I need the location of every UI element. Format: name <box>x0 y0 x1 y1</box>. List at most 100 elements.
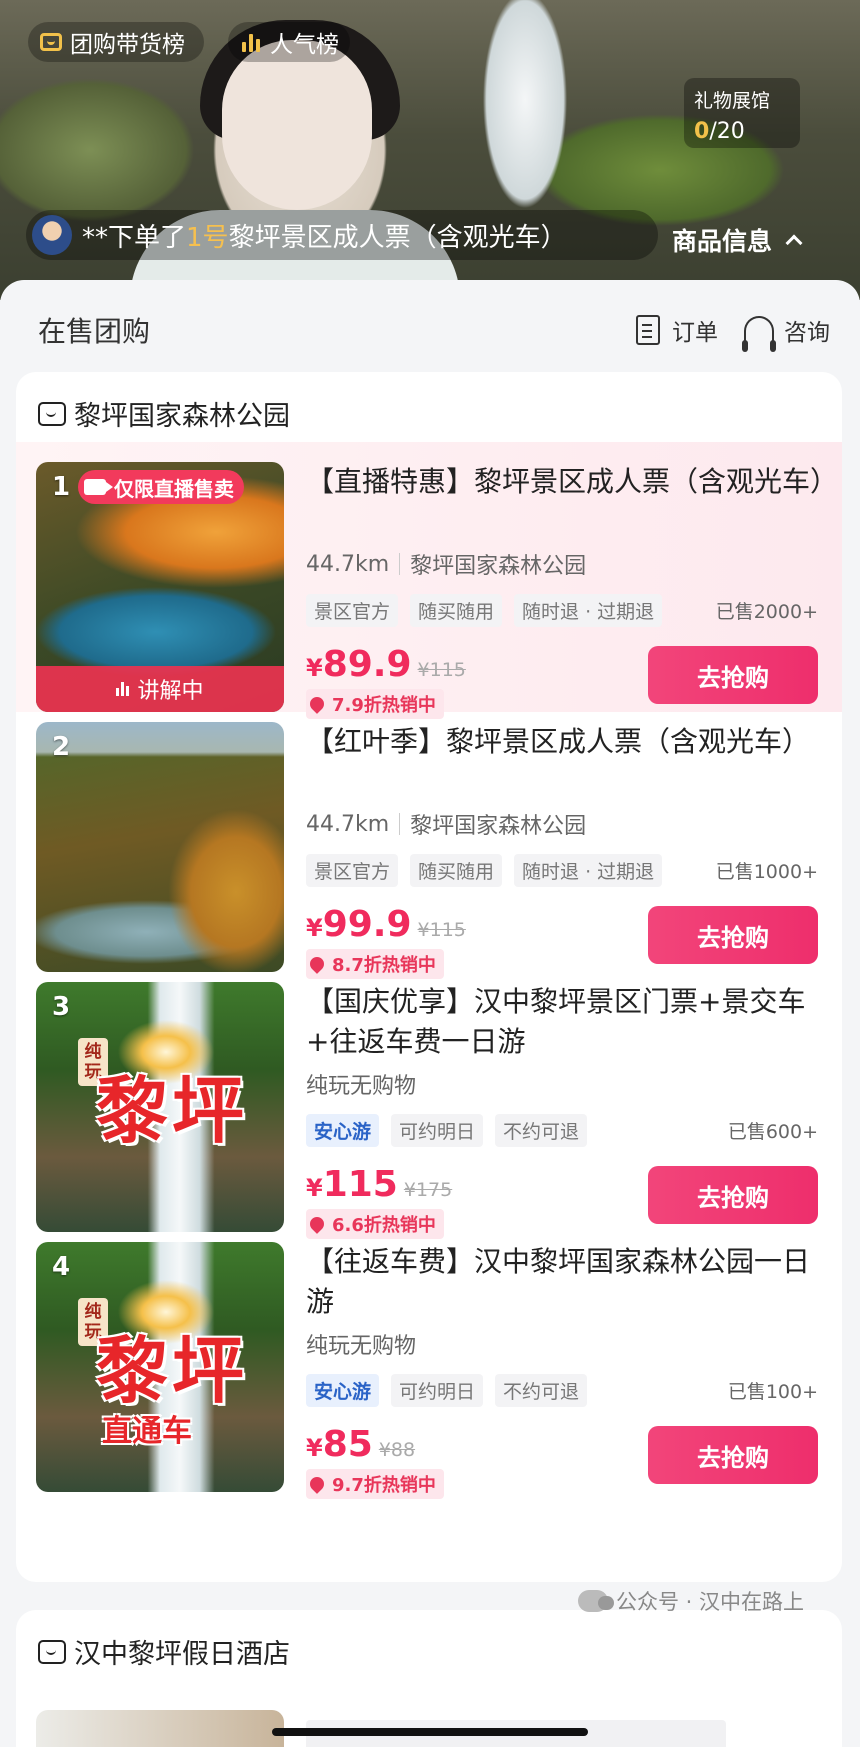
product-item[interactable]: 2 【红叶季】黎坪景区成人票（含观光车） 44.7km 黎坪国家森林公园 景区官方… <box>16 702 842 979</box>
store-header[interactable]: 黎坪国家森林公园 <box>38 394 290 433</box>
group-buy-rank-pill[interactable]: 团购带货榜 <box>28 22 204 62</box>
tag: 随时退 · 过期退 <box>514 593 663 627</box>
live-video[interactable]: 团购带货榜 人气榜 礼物展馆 0/20 **下单了 1号 黎坪景区成人票（含观光车）… <box>0 0 860 300</box>
flame-icon <box>307 1474 327 1494</box>
tag: 随买随用 <box>410 853 503 887</box>
tag: 景区官方 <box>306 853 399 887</box>
tag-list: 安心游 可约明日 不约可退 已售100+ <box>306 1373 818 1407</box>
tag-list: 景区官方 随买随用 随时退 · 过期退 已售1000+ <box>306 853 818 887</box>
price-row: ¥85 ¥88 9.7折热销中 去抢购 <box>306 1424 818 1499</box>
product-title: 【红叶季】黎坪景区成人票（含观光车） <box>306 725 811 758</box>
product-meta: 纯玩无购物 <box>306 1328 818 1360</box>
order-product: 黎坪景区成人票（含观光车） <box>228 222 567 253</box>
store-icon <box>38 1639 66 1664</box>
discount-badge: 9.7折热销中 <box>306 1469 444 1499</box>
product-info: 【红叶季】黎坪景区成人票（含观光车） 44.7km 黎坪国家森林公园 景区官方 随… <box>306 722 818 979</box>
tag: 安心游 <box>306 1113 380 1147</box>
tag: 景区官方 <box>306 593 399 627</box>
sold-count: 已售1000+ <box>715 860 818 883</box>
consult-button[interactable]: 咨询 <box>742 313 830 352</box>
store-name: 黎坪国家森林公园 <box>74 401 290 432</box>
watermark: 公众号 · 汉中在路上 <box>578 1586 804 1616</box>
popularity-rank-pill[interactable]: 人气榜 <box>228 22 350 62</box>
wechat-icon <box>578 1590 614 1612</box>
gift-hall-title: 礼物展馆 <box>694 90 771 112</box>
consult-label: 咨询 <box>784 320 830 346</box>
rank-number: 3 <box>52 992 71 1022</box>
document-icon <box>636 315 660 345</box>
rank-number: 4 <box>52 1252 71 1282</box>
product-thumbnail[interactable]: 1 仅限直播售卖 讲解中 <box>36 462 284 712</box>
product-subtitle: 纯玩无购物 <box>306 1334 417 1359</box>
price: 85 <box>322 1424 373 1465</box>
headset-icon <box>742 316 776 352</box>
tag: 随买随用 <box>410 593 503 627</box>
price: 89.9 <box>322 644 412 685</box>
home-indicator[interactable] <box>272 1728 588 1736</box>
buy-button[interactable]: 去抢购 <box>648 1426 818 1484</box>
gift-hall[interactable]: 礼物展馆 0/20 <box>684 78 800 148</box>
gift-hall-count: 0/20 <box>694 119 745 144</box>
product-item[interactable]: 3 纯玩 黎坪 【国庆优享】汉中黎坪景区门票+景交车+往返车费一日游 纯玩无购物… <box>16 962 842 1239</box>
store-header[interactable]: 汉中黎坪假日酒店 <box>38 1632 290 1671</box>
rank-number: 2 <box>52 732 71 762</box>
thumbnail-title: 黎坪 <box>96 1329 249 1413</box>
store-card: 汉中黎坪假日酒店 <box>16 1610 842 1747</box>
thumbnail-subtitle: 直通车 <box>102 1414 192 1449</box>
product-item[interactable]: 1 仅限直播售卖 讲解中 【直播特惠】黎坪景区成人票（含观光车） 44.7km 黎… <box>16 442 842 719</box>
buy-button[interactable]: 去抢购 <box>648 646 818 704</box>
order-prefix: **下单了 <box>82 222 187 253</box>
tag: 不约可退 <box>495 1113 588 1147</box>
buy-button[interactable]: 去抢购 <box>648 906 818 964</box>
location: 黎坪国家森林公园 <box>410 554 587 579</box>
product-meta: 44.7km 黎坪国家森林公园 <box>306 808 818 840</box>
buyer-avatar <box>32 215 72 255</box>
product-thumbnail[interactable]: 4 纯玩 黎坪 直通车 <box>36 1242 284 1492</box>
product-title: 【直播特惠】黎坪景区成人票（含观光车） <box>306 465 826 498</box>
location: 黎坪国家森林公园 <box>410 814 587 839</box>
popularity-rank-label: 人气榜 <box>270 32 339 58</box>
group-buy-rank-label: 团购带货榜 <box>70 32 185 58</box>
product-info: 【往返车费】汉中黎坪国家森林公园一日游 纯玩无购物 安心游 可约明日 不约可退 … <box>306 1242 818 1499</box>
sheet-header: 在售团购 订单 咨询 <box>38 310 830 352</box>
price: 99.9 <box>322 904 412 945</box>
product-thumbnail[interactable]: 3 纯玩 黎坪 <box>36 982 284 1232</box>
audio-bars-icon <box>116 682 130 696</box>
live-shopping-screen: 团购带货榜 人气榜 礼物展馆 0/20 **下单了 1号 黎坪景区成人票（含观光车）… <box>0 0 860 1747</box>
product-info: 【直播特惠】黎坪景区成人票（含观光车） 44.7km 黎坪国家森林公园 景区官方 … <box>306 462 826 719</box>
buy-button[interactable]: 去抢购 <box>648 1166 818 1224</box>
product-thumbnail[interactable] <box>36 1710 284 1747</box>
product-title: 【往返车费】汉中黎坪国家森林公园一日游 <box>306 1245 811 1318</box>
distance: 44.7km <box>306 551 390 577</box>
original-price: ¥175 <box>403 1179 453 1201</box>
product-meta: 纯玩无购物 <box>306 1068 818 1100</box>
tag: 可约明日 <box>391 1113 484 1147</box>
product-title: 【国庆优享】汉中黎坪景区门票+景交车+往返车费一日游 <box>306 985 806 1058</box>
chevron-up-icon <box>785 234 803 252</box>
tag: 随时退 · 过期退 <box>514 853 663 887</box>
distance: 44.7km <box>306 811 390 837</box>
sold-count: 已售2000+ <box>715 600 818 623</box>
tag: 安心游 <box>306 1373 380 1407</box>
video-camera-icon <box>84 479 113 495</box>
price-row: ¥115 ¥175 6.6折热销中 去抢购 <box>306 1164 818 1239</box>
thumbnail-title: 黎坪 <box>96 1069 249 1153</box>
store-icon <box>38 401 66 426</box>
product-info: 【国庆优享】汉中黎坪景区门票+景交车+往返车费一日游 纯玩无购物 安心游 可约明… <box>306 982 818 1239</box>
original-price: ¥88 <box>378 1439 416 1461</box>
goods-info-toggle[interactable]: 商品信息 <box>672 222 803 258</box>
store-name: 汉中黎坪假日酒店 <box>74 1639 290 1670</box>
sold-count: 已售600+ <box>727 1120 818 1143</box>
original-price: ¥115 <box>417 919 466 941</box>
price-row: ¥99.9 ¥115 8.7折热销中 去抢购 <box>306 904 818 979</box>
store-card: 黎坪国家森林公园 1 仅限直播售卖 讲解中 【直播特惠】黎坪景区成人票（含观光车… <box>16 372 842 1582</box>
order-notification: **下单了 1号 黎坪景区成人票（含观光车） <box>26 210 658 260</box>
orders-button[interactable]: 订单 <box>636 313 718 347</box>
product-thumbnail[interactable]: 2 <box>36 722 284 972</box>
product-item[interactable]: 4 纯玩 黎坪 直通车 【往返车费】汉中黎坪国家森林公园一日游 纯玩无购物 安心… <box>16 1222 842 1499</box>
group-buy-sheet: 在售团购 订单 咨询 黎坪国家森林公园 1 仅限直播售卖 讲解中 【直播特惠】黎… <box>0 280 860 1747</box>
streamer-face <box>222 40 372 210</box>
goods-info-label: 商品信息 <box>672 227 773 256</box>
original-price: ¥115 <box>417 659 466 681</box>
price-row: ¥89.9 ¥115 7.9折热销中 去抢购 <box>306 644 818 719</box>
